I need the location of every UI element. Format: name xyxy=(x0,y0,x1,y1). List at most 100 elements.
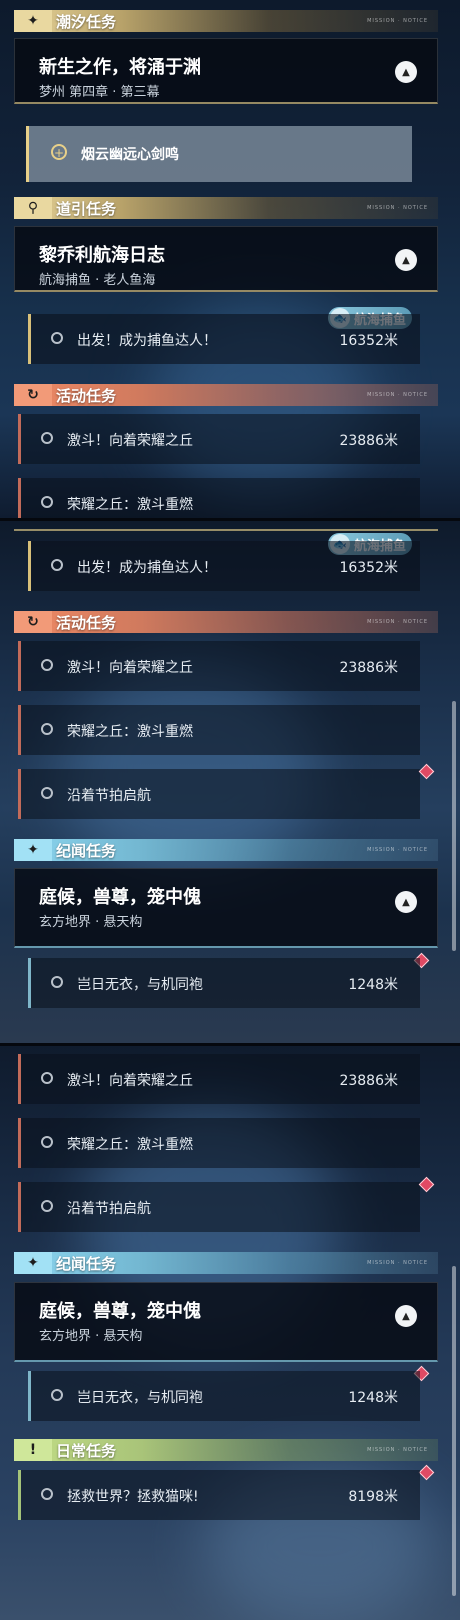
quest-step-row[interactable]: 激斗！向着荣耀之丘 23886米 xyxy=(18,414,420,464)
quest-step-label: 沿着节拍启航 xyxy=(67,788,151,804)
status-circle-icon xyxy=(41,659,53,671)
section-title: 潮汐任务 xyxy=(56,12,117,31)
quest-step-selected[interactable]: + 烟云幽远心剑鸣 xyxy=(26,126,412,182)
quest-distance: 8198米 xyxy=(348,1489,398,1505)
quest-step-label: 岂日无衣，与机同袍 xyxy=(77,977,203,993)
quest-step-row[interactable]: 激斗！向着荣耀之丘 23886米 xyxy=(18,641,420,691)
status-circle-icon xyxy=(51,559,63,571)
section-header-tide[interactable]: ✦ 潮汐任务 MISSION · NOTICE xyxy=(14,10,438,32)
section-header-chronicle[interactable]: ✦ 纪闻任务 MISSION · NOTICE xyxy=(14,839,438,861)
refresh-icon: ↻ xyxy=(14,611,52,633)
status-circle-icon xyxy=(41,496,53,508)
status-circle-icon xyxy=(41,1488,53,1500)
quest-step-row[interactable]: 拯救世界？拯救猫咪! 8198米 xyxy=(18,1470,420,1520)
section-header-activity[interactable]: ↻ 活动任务 MISSION · NOTICE xyxy=(14,611,438,633)
section-title: 纪闻任务 xyxy=(56,841,117,860)
quest-subtitle: 航海捕鱼 · 老人鱼海 xyxy=(39,273,156,288)
status-circle-icon xyxy=(41,787,53,799)
quest-step-row[interactable]: 荣耀之丘：激斗重燃 xyxy=(18,478,420,518)
header-decoration: MISSION · NOTICE xyxy=(367,1260,428,1266)
section-title: 道引任务 xyxy=(56,199,117,218)
quest-step-row[interactable]: 荣耀之丘：激斗重燃 xyxy=(18,1118,420,1168)
status-circle-icon xyxy=(51,1389,63,1401)
section-title: 活动任务 xyxy=(56,386,117,405)
quest-subtitle: 梦州 第四章 · 第三幕 xyxy=(39,85,160,100)
header-decoration: MISSION · NOTICE xyxy=(367,1447,428,1453)
main-quest-card[interactable]: 黎乔利航海日志 航海捕鱼 · 老人鱼海 ▲ xyxy=(14,226,438,292)
quest-step-row[interactable]: 沿着节拍启航 xyxy=(18,1182,420,1232)
quest-distance: 23886米 xyxy=(339,1073,398,1089)
collapse-icon[interactable]: ▲ xyxy=(395,249,417,271)
section-title: 纪闻任务 xyxy=(56,1254,117,1273)
quest-step-label: 出发！成为捕鱼达人！ xyxy=(77,333,217,349)
quest-distance: 23886米 xyxy=(339,433,398,449)
main-quest-card[interactable]: 庭候，兽尊，笼中傀 玄方地界 · 悬天构 ▲ xyxy=(14,1282,438,1362)
status-circle-icon xyxy=(51,976,63,988)
scrollbar[interactable] xyxy=(452,1266,456,1596)
sparkle-icon: ✦ xyxy=(14,10,52,32)
quest-step-row[interactable]: 出发！成为捕鱼达人！ 16352米 xyxy=(28,314,420,364)
sparkle-icon: ✦ xyxy=(14,1252,52,1274)
section-header-chronicle[interactable]: ✦ 纪闻任务 MISSION · NOTICE xyxy=(14,1252,438,1274)
status-circle-icon xyxy=(51,332,63,344)
header-decoration: MISSION · NOTICE xyxy=(367,847,428,853)
header-decoration: MISSION · NOTICE xyxy=(367,18,428,24)
quest-distance: 1248米 xyxy=(348,977,398,993)
collapse-icon[interactable]: ▲ xyxy=(395,61,417,83)
quest-panel-3: 激斗！向着荣耀之丘 23886米 荣耀之丘：激斗重燃 沿着节拍启航 ✦ 纪闻任务… xyxy=(0,1046,460,1620)
status-circle-icon xyxy=(41,1200,53,1212)
quest-step-label: 出发！成为捕鱼达人！ xyxy=(77,560,217,576)
quest-distance: 1248米 xyxy=(348,1390,398,1406)
sparkle-icon: ✦ xyxy=(14,839,52,861)
quest-title: 黎乔利航海日志 xyxy=(39,245,165,266)
quest-step-label: 沿着节拍启航 xyxy=(67,1201,151,1217)
quest-subtitle: 玄方地界 · 悬天构 xyxy=(39,1329,143,1344)
main-quest-card[interactable]: 新生之作，将涌于渊 梦州 第四章 · 第三幕 ▲ xyxy=(14,38,438,104)
quest-step-row[interactable]: 出发！成为捕鱼达人！ 16352米 xyxy=(28,541,420,591)
refresh-icon: ↻ xyxy=(14,384,52,406)
quest-step-row[interactable]: 岂日无衣，与机同袍 1248米 xyxy=(28,1371,420,1421)
quest-step-label: 烟云幽远心剑鸣 xyxy=(81,147,179,163)
status-circle-icon xyxy=(41,723,53,735)
quest-step-label: 岂日无衣，与机同袍 xyxy=(77,1390,203,1406)
quest-step-label: 激斗！向着荣耀之丘 xyxy=(67,1073,193,1089)
section-title: 日常任务 xyxy=(56,1441,117,1460)
add-circle-icon: + xyxy=(51,144,67,160)
collapse-icon[interactable]: ▲ xyxy=(395,891,417,913)
quest-step-label: 拯救世界？拯救猫咪! xyxy=(67,1489,199,1505)
status-circle-icon xyxy=(41,432,53,444)
quest-title: 庭候，兽尊，笼中傀 xyxy=(39,887,201,908)
collapse-icon[interactable]: ▲ xyxy=(395,1305,417,1327)
header-decoration: MISSION · NOTICE xyxy=(367,619,428,625)
quest-step-row[interactable]: 荣耀之丘：激斗重燃 xyxy=(18,705,420,755)
quest-title: 新生之作，将涌于渊 xyxy=(39,57,201,78)
section-header-guide[interactable]: ⚲ 道引任务 MISSION · NOTICE xyxy=(14,197,438,219)
location-pin-icon: ⚲ xyxy=(14,197,52,219)
status-circle-icon xyxy=(41,1136,53,1148)
quest-step-row[interactable]: 岂日无衣，与机同袍 1248米 xyxy=(28,958,420,1008)
section-header-activity[interactable]: ↻ 活动任务 MISSION · NOTICE xyxy=(14,384,438,406)
quest-step-row[interactable]: 沿着节拍启航 xyxy=(18,769,420,819)
quest-distance: 16352米 xyxy=(339,333,398,349)
quest-distance: 23886米 xyxy=(339,660,398,676)
quest-panel-1: ✦ 潮汐任务 MISSION · NOTICE 新生之作，将涌于渊 梦州 第四章… xyxy=(0,0,460,518)
quest-step-label: 激斗！向着荣耀之丘 xyxy=(67,660,193,676)
quest-subtitle: 玄方地界 · 悬天构 xyxy=(39,915,143,930)
header-decoration: MISSION · NOTICE xyxy=(367,392,428,398)
section-header-daily[interactable]: ! 日常任务 MISSION · NOTICE xyxy=(14,1439,438,1461)
quest-step-row[interactable]: 激斗！向着荣耀之丘 23886米 xyxy=(18,1054,420,1104)
status-circle-icon xyxy=(41,1072,53,1084)
alert-icon: ! xyxy=(14,1439,52,1461)
quest-step-label: 激斗！向着荣耀之丘 xyxy=(67,433,193,449)
scrollbar[interactable] xyxy=(452,701,456,951)
quest-step-label: 荣耀之丘：激斗重燃 xyxy=(67,1137,193,1153)
quest-title: 庭候，兽尊，笼中傀 xyxy=(39,1301,201,1322)
card-bottom-edge xyxy=(14,529,438,531)
section-title: 活动任务 xyxy=(56,613,117,632)
header-decoration: MISSION · NOTICE xyxy=(367,205,428,211)
quest-step-label: 荣耀之丘：激斗重燃 xyxy=(67,724,193,740)
main-quest-card[interactable]: 庭候，兽尊，笼中傀 玄方地界 · 悬天构 ▲ xyxy=(14,868,438,948)
quest-step-label: 荣耀之丘：激斗重燃 xyxy=(67,497,193,513)
quest-distance: 16352米 xyxy=(339,560,398,576)
quest-panel-2: 🐟 航海捕鱼 出发！成为捕鱼达人！ 16352米 ↻ 活动任务 MISSION … xyxy=(0,521,460,1043)
